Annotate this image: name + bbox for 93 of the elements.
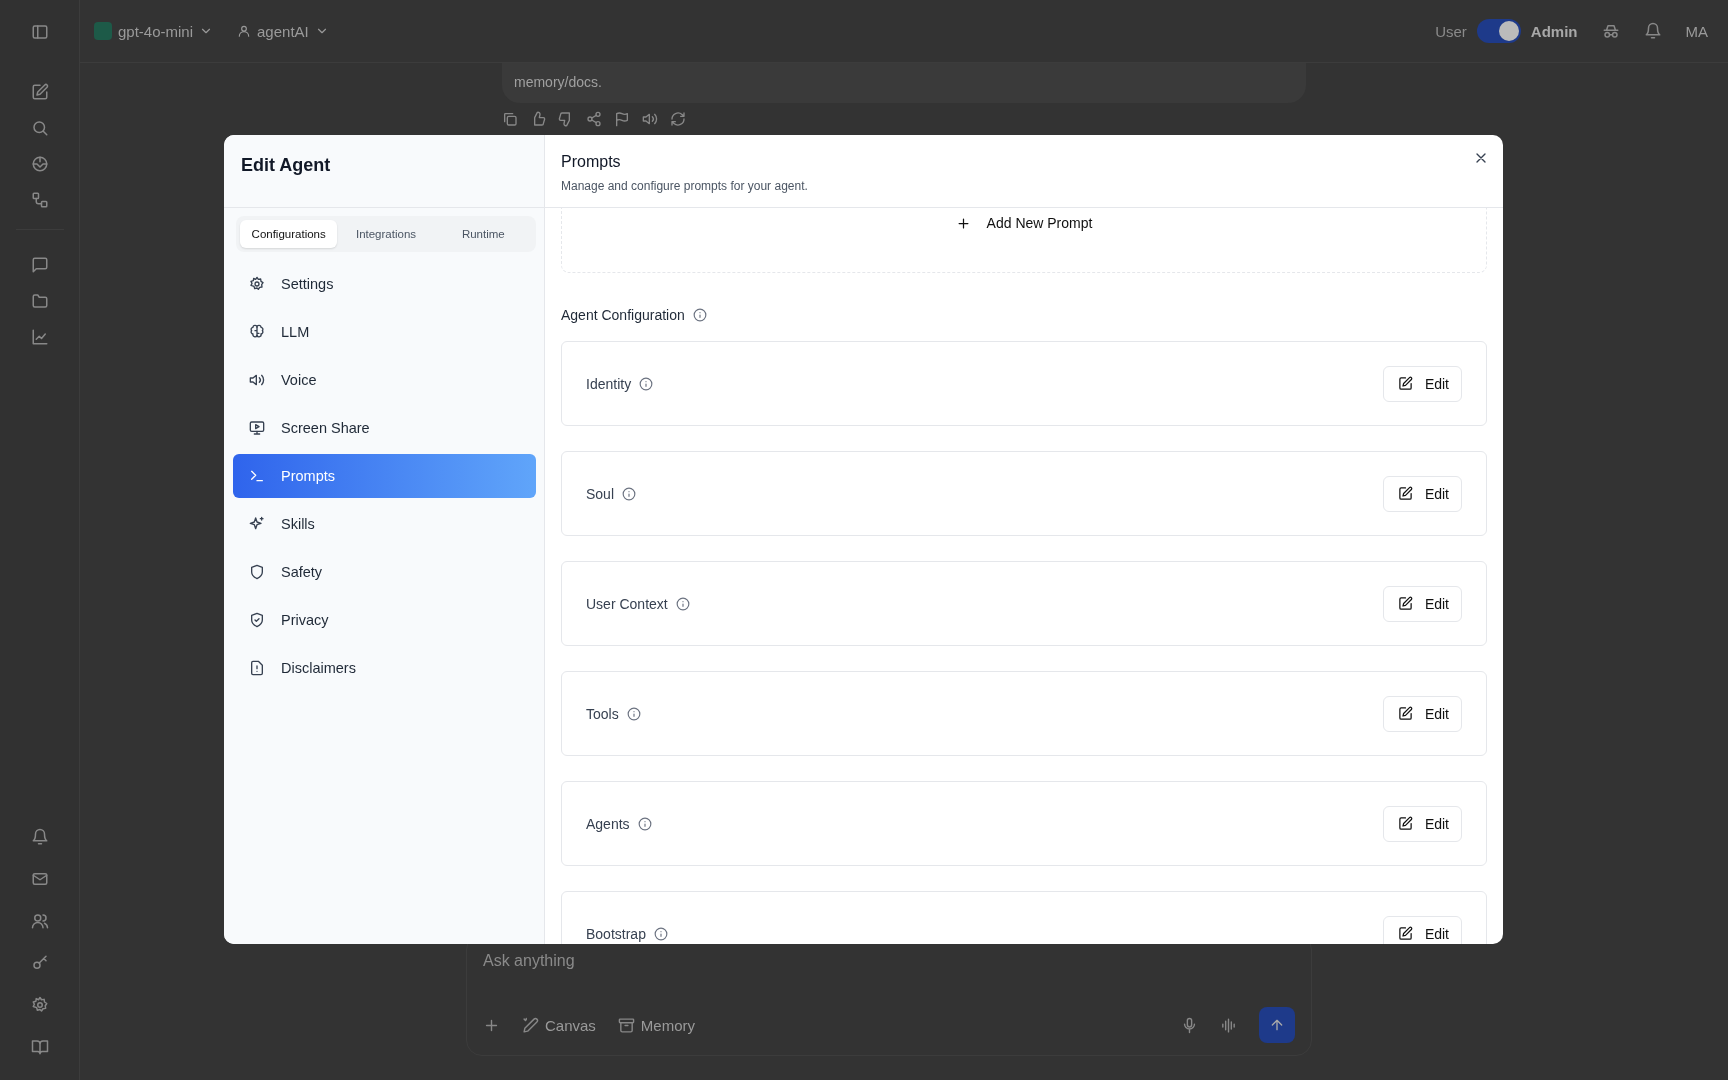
info-icon	[675, 596, 690, 611]
card-label: Tools	[586, 705, 619, 722]
agent-selector[interactable]: agentAI	[237, 22, 329, 40]
users-icon[interactable]	[30, 912, 49, 930]
edit-icon	[1397, 926, 1413, 941]
edit-button[interactable]: Edit	[1382, 365, 1462, 402]
sidebar-toggle-icon[interactable]	[30, 22, 49, 41]
shield-icon	[249, 564, 265, 580]
chart-icon[interactable]	[30, 328, 49, 346]
sparkles-icon	[249, 516, 265, 532]
edit-button[interactable]: Edit	[1382, 695, 1462, 732]
brain-icon	[249, 324, 265, 340]
chat-icon[interactable]	[30, 256, 49, 274]
speaker-icon[interactable]	[642, 111, 658, 127]
incognito-icon[interactable]	[1601, 22, 1620, 40]
model-selector[interactable]: gpt-4o-mini	[94, 22, 214, 40]
bell-icon[interactable]	[1643, 22, 1662, 40]
pencil-icon	[522, 1016, 539, 1034]
add-prompt-button[interactable]: Add New Prompt	[955, 208, 1093, 231]
edit-button[interactable]: Edit	[1382, 915, 1462, 944]
edit-icon	[1397, 486, 1413, 501]
nav-item[interactable]: Safety	[233, 550, 536, 594]
user-icon	[237, 24, 252, 38]
mail-icon[interactable]	[30, 870, 49, 888]
card-label: Bootstrap	[586, 925, 646, 942]
card-label: Agents	[586, 815, 630, 832]
edit-icon	[1397, 596, 1413, 611]
role-label: Admin	[1530, 22, 1578, 40]
info-icon	[637, 816, 652, 831]
chat-input-field[interactable]: Ask anything	[483, 949, 1295, 973]
role-label: User	[1435, 22, 1467, 40]
nav-item[interactable]: LLM	[233, 310, 536, 354]
tool-button[interactable]: Memory	[617, 1016, 696, 1034]
globe-icon[interactable]	[30, 155, 49, 173]
nav-item[interactable]: Privacy	[233, 598, 536, 642]
flag-icon[interactable]	[614, 111, 630, 127]
tab[interactable]: Configurations	[240, 220, 338, 248]
book-icon[interactable]	[30, 1038, 49, 1056]
edit-button[interactable]: Edit	[1382, 475, 1462, 512]
info-icon	[622, 486, 637, 501]
user-avatar[interactable]: MA	[1685, 22, 1708, 40]
new-chat-icon[interactable]	[30, 83, 49, 101]
search-icon[interactable]	[30, 119, 49, 137]
nav-item[interactable]: Skills	[233, 502, 536, 546]
panel-subtitle: Manage and configure prompts for your agent.	[561, 179, 809, 193]
modal-title: Edit Agent	[241, 155, 331, 176]
role-switch[interactable]	[1476, 19, 1521, 43]
archive-icon	[617, 1016, 635, 1034]
edit-button[interactable]: Edit	[1382, 805, 1462, 842]
share-icon[interactable]	[586, 111, 602, 127]
nav-item[interactable]: Disclaimers	[233, 646, 536, 690]
info-icon	[692, 308, 707, 322]
edit-icon	[1397, 376, 1413, 391]
tab[interactable]: Runtime	[434, 220, 532, 248]
speaker-icon	[249, 372, 265, 388]
waveform-icon[interactable]	[1220, 1016, 1237, 1034]
info-icon	[653, 926, 668, 941]
settings-icon[interactable]	[30, 996, 49, 1014]
agent-name: agentAI	[257, 22, 309, 40]
model-logo-icon	[94, 22, 112, 40]
panel-title: Prompts	[561, 153, 621, 171]
message-text: memory/docs.	[514, 74, 602, 90]
info-icon	[639, 376, 654, 391]
info-icon	[626, 706, 641, 721]
microphone-icon[interactable]	[1181, 1016, 1198, 1034]
refresh-icon[interactable]	[670, 111, 686, 127]
tab[interactable]: Integrations	[337, 220, 435, 248]
edit-button[interactable]: Edit	[1382, 585, 1462, 622]
card-label: Soul	[586, 485, 615, 502]
monitor-icon	[249, 420, 265, 436]
tool-button[interactable]: Canvas	[522, 1016, 596, 1034]
section-heading: Agent Configuration	[561, 307, 685, 323]
card-label: Identity	[586, 375, 632, 392]
plus-icon	[955, 215, 971, 231]
shield-check-icon	[249, 612, 265, 628]
edit-icon	[1397, 816, 1413, 831]
terminal-icon	[249, 468, 265, 484]
file-alert-icon	[249, 660, 265, 676]
folder-icon[interactable]	[30, 292, 49, 310]
copy-icon[interactable]	[502, 111, 518, 127]
nav-item[interactable]: Voice	[233, 358, 536, 402]
settings-icon	[249, 276, 265, 292]
nav-item[interactable]: Settings	[233, 262, 536, 306]
edit-icon	[1397, 706, 1413, 721]
arrow-up-icon	[1269, 1017, 1285, 1033]
bell-icon[interactable]	[30, 828, 49, 846]
nav-item[interactable]: Prompts	[233, 454, 536, 498]
card-label: User Context	[586, 595, 668, 612]
send-button[interactable]	[1259, 1007, 1295, 1043]
nav-item[interactable]: Screen Share	[233, 406, 536, 450]
model-name: gpt-4o-mini	[118, 22, 194, 40]
key-icon[interactable]	[30, 954, 49, 972]
workflow-icon[interactable]	[30, 191, 49, 209]
